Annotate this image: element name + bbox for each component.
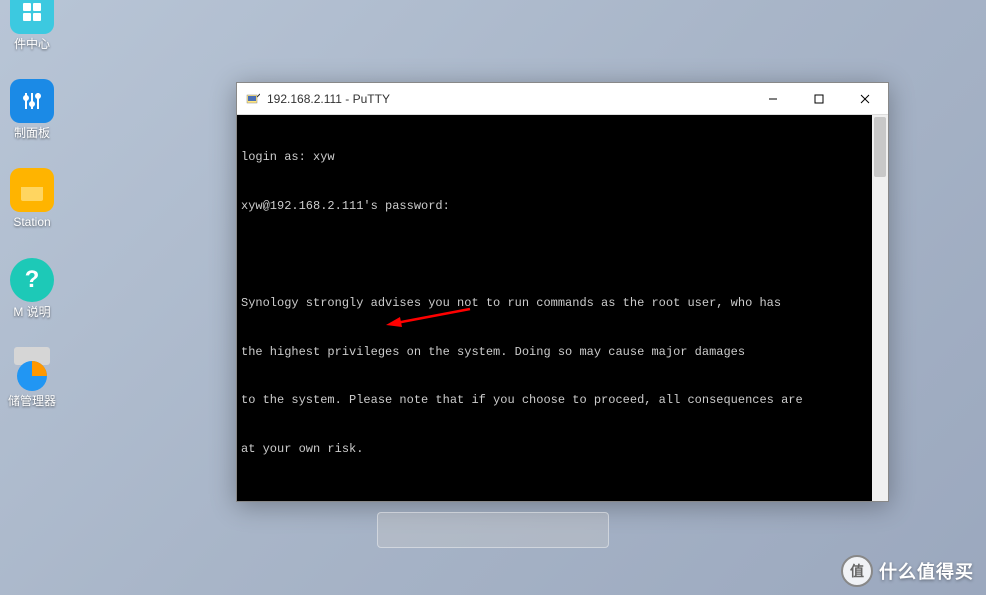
watermark-text: 什么值得买 bbox=[879, 558, 974, 584]
desktop-icon-controlpanel[interactable]: 制面板 bbox=[4, 79, 60, 140]
scrollbar-thumb[interactable] bbox=[874, 117, 886, 177]
desktop: 件中心 制面板 Station ? M 说明 储管理器 bbox=[0, 0, 986, 595]
close-button[interactable] bbox=[842, 83, 888, 114]
watermark: 值 什么值得买 bbox=[841, 555, 974, 587]
desktop-icon-storage[interactable]: 储管理器 bbox=[4, 347, 60, 408]
minimize-button[interactable] bbox=[750, 83, 796, 114]
terminal-line: xyw@192.168.2.111's password: bbox=[241, 198, 884, 214]
desktop-icon-label: M 说明 bbox=[13, 306, 50, 319]
desktop-icon-help[interactable]: ? M 说明 bbox=[4, 258, 60, 319]
desktop-icon-label: 件中心 bbox=[14, 38, 50, 51]
watermark-badge: 值 bbox=[841, 555, 873, 587]
terminal[interactable]: login as: xyw xyw@192.168.2.111's passwo… bbox=[237, 115, 888, 501]
terminal-scrollbar[interactable] bbox=[872, 115, 888, 501]
desktop-icon-appcenter[interactable]: 件中心 bbox=[4, 0, 60, 51]
desktop-icon-label: 储管理器 bbox=[8, 395, 56, 408]
annotation-arrow bbox=[382, 305, 472, 329]
terminal-line: to the system. Please note that if you c… bbox=[241, 392, 884, 408]
putty-window: 192.168.2.111 - PuTTY login as: xyw xyw@… bbox=[236, 82, 889, 502]
bottom-panel bbox=[377, 512, 609, 548]
terminal-line: the highest privileges on the system. Do… bbox=[241, 344, 884, 360]
desktop-icon-label: 制面板 bbox=[14, 127, 50, 140]
terminal-line: at your own risk. bbox=[241, 441, 884, 457]
terminal-line: login as: xyw bbox=[241, 149, 884, 165]
maximize-button[interactable] bbox=[796, 83, 842, 114]
window-title: 192.168.2.111 - PuTTY bbox=[267, 92, 390, 106]
desktop-icon-station[interactable]: Station bbox=[4, 168, 60, 229]
putty-icon bbox=[245, 91, 261, 107]
terminal-line: Synology strongly advises you not to run… bbox=[241, 295, 884, 311]
titlebar[interactable]: 192.168.2.111 - PuTTY bbox=[237, 83, 888, 115]
desktop-icon-label: Station bbox=[13, 216, 50, 229]
